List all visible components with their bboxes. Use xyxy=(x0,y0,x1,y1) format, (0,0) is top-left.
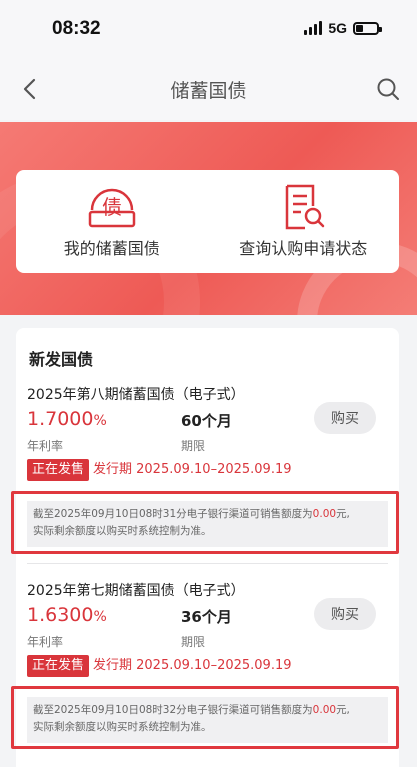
bond-rate-unit: % xyxy=(93,609,107,625)
issue-period: 发行期 2025.09.10–2025.09.19 xyxy=(93,462,292,477)
search-button[interactable] xyxy=(373,74,403,104)
search-icon xyxy=(377,78,399,100)
bond-rate-value: 1.6300 xyxy=(27,604,94,626)
bond-coin-icon: 债 xyxy=(88,188,135,228)
bond-term: 60个月 xyxy=(181,412,232,430)
document-search-icon xyxy=(286,184,325,230)
status-badge: 正在发售 xyxy=(27,655,90,677)
status-bar: 08:32 5G xyxy=(0,0,417,60)
quick-actions-card: 债 我的储蓄国债 查询认购申请状态 xyxy=(16,170,399,273)
buy-button[interactable]: 购买 xyxy=(314,598,376,630)
nav-bar: 储蓄国债 xyxy=(0,60,417,120)
bond-term: 36个月 xyxy=(181,608,232,626)
rate-label: 年利率 xyxy=(27,635,64,649)
bond-rate: 1.7000% xyxy=(27,408,107,430)
bond-rate-unit: % xyxy=(93,413,107,429)
highlight-frame xyxy=(11,491,399,554)
term-label: 期限 xyxy=(181,635,206,649)
network-type: 5G xyxy=(328,20,347,36)
my-bonds-label: 我的储蓄国债 xyxy=(63,239,160,258)
divider xyxy=(27,563,388,564)
highlight-frame xyxy=(11,686,399,749)
battery-icon xyxy=(353,21,382,35)
my-bonds-button[interactable]: 债 我的储蓄国债 xyxy=(16,170,208,273)
bond-name: 2025年第八期储蓄国债（电子式） xyxy=(27,387,245,403)
bond-rate-value: 1.7000 xyxy=(27,408,94,430)
status-time: 08:32 xyxy=(52,18,101,39)
status-badge: 正在发售 xyxy=(27,459,90,481)
section-title: 新发国债 xyxy=(29,350,94,369)
rate-label: 年利率 xyxy=(27,439,64,453)
page-title: 储蓄国债 xyxy=(170,80,247,102)
query-status-label: 查询认购申请状态 xyxy=(239,239,368,258)
bond-rate: 1.6300% xyxy=(27,604,107,626)
bond-name: 2025年第七期储蓄国债（电子式） xyxy=(27,583,245,599)
query-status-button[interactable]: 查询认购申请状态 xyxy=(208,170,400,273)
buy-button[interactable]: 购买 xyxy=(314,402,376,434)
bond-coin-glyph: 债 xyxy=(102,195,122,219)
status-indicators: 5G xyxy=(304,20,382,36)
issue-period: 发行期 2025.09.10–2025.09.19 xyxy=(93,658,292,673)
term-label: 期限 xyxy=(181,439,206,453)
signal-icon xyxy=(304,21,323,35)
